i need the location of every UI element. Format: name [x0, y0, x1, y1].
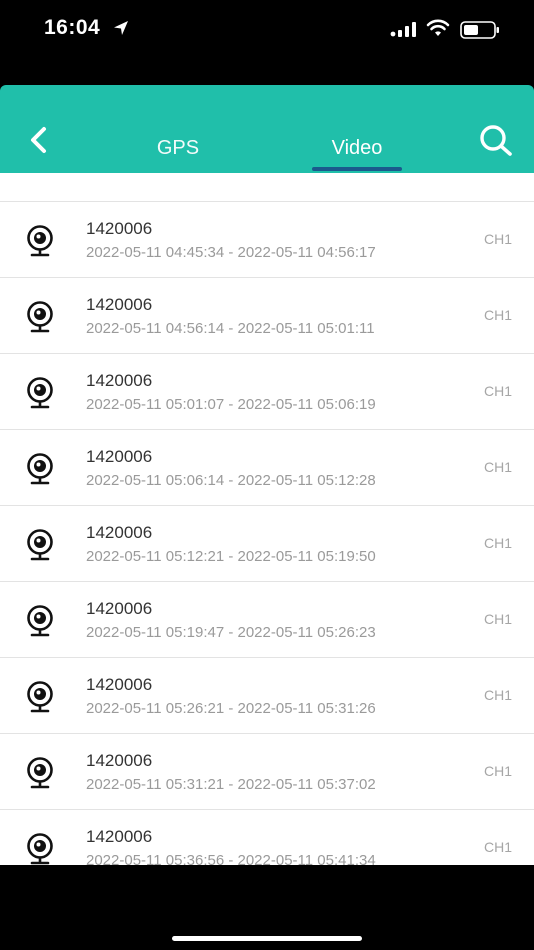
channel-label: CH1 — [483, 459, 512, 475]
webcam-icon — [27, 301, 53, 333]
video-list-item[interactable]: 1420006 2022-05-11 04:45:34 - 2022-05-11… — [0, 202, 534, 278]
video-list-item[interactable]: 1420006 2022-05-11 05:12:21 - 2022-05-11… — [0, 506, 534, 582]
video-time-range: 2022-05-11 04:45:34 - 2022-05-11 04:56:1… — [86, 244, 376, 261]
channel-label: CH1 — [483, 611, 512, 627]
channel-label: CH1 — [483, 763, 512, 779]
webcam-icon — [27, 377, 53, 409]
channel-label: CH1 — [483, 687, 512, 703]
search-icon[interactable] — [476, 123, 516, 159]
video-time-range: 2022-05-11 05:26:21 - 2022-05-11 05:31:2… — [86, 700, 376, 717]
video-list-item[interactable]: 1420006 2022-05-11 05:26:21 - 2022-05-11… — [0, 658, 534, 734]
video-title: 1420006 — [86, 219, 153, 238]
tab-gps[interactable]: GPS — [138, 137, 218, 160]
video-list-item[interactable]: 1420006 2022-05-11 05:36:56 - 2022-05-11… — [0, 810, 534, 865]
webcam-icon — [27, 681, 53, 713]
channel-label: CH1 — [483, 307, 512, 323]
video-time-range: 2022-05-11 05:06:14 - 2022-05-11 05:12:2… — [86, 472, 376, 489]
video-list-item[interactable]: 1420006 2022-05-11 05:31:21 - 2022-05-11… — [0, 734, 534, 810]
video-list-item[interactable]: 1420006 2022-05-11 05:19:47 - 2022-05-11… — [0, 582, 534, 658]
video-time-range: 2022-05-11 05:36:56 - 2022-05-11 05:41:3… — [86, 852, 376, 865]
video-title: 1420006 — [86, 827, 153, 846]
location-arrow-icon — [114, 21, 128, 35]
channel-label: CH1 — [483, 839, 512, 855]
video-list-item[interactable]: 1420006 2022-05-11 05:06:14 - 2022-05-11… — [0, 430, 534, 506]
webcam-icon — [27, 453, 53, 485]
webcam-icon — [27, 757, 53, 789]
video-time-range: 2022-05-11 05:19:47 - 2022-05-11 05:26:2… — [86, 624, 376, 641]
video-time-range: 2022-05-11 05:31:21 - 2022-05-11 05:37:0… — [86, 776, 376, 793]
channel-label: CH1 — [483, 231, 512, 247]
video-list[interactable]: 1420006 2022-05-11 04:45:34 - 2022-05-11… — [0, 173, 534, 865]
webcam-icon — [27, 225, 53, 257]
home-indicator[interactable] — [172, 936, 362, 941]
webcam-icon — [27, 605, 53, 637]
video-time-range: 2022-05-11 05:01:07 - 2022-05-11 05:06:1… — [86, 396, 376, 413]
video-title: 1420006 — [86, 751, 153, 770]
video-title: 1420006 — [86, 675, 153, 694]
active-tab-indicator — [312, 167, 402, 171]
wifi-icon — [426, 19, 450, 36]
webcam-icon — [27, 529, 53, 561]
video-time-range: 2022-05-11 04:56:14 - 2022-05-11 05:01:1… — [86, 320, 375, 337]
video-title: 1420006 — [86, 295, 153, 314]
video-time-range: 2022-05-11 05:12:21 - 2022-05-11 05:19:5… — [86, 548, 376, 565]
video-title: 1420006 — [86, 599, 153, 618]
webcam-icon — [27, 833, 53, 865]
video-list-item[interactable]: 1420006 2022-05-11 04:56:14 - 2022-05-11… — [0, 278, 534, 354]
back-button[interactable] — [22, 123, 56, 157]
video-title: 1420006 — [86, 523, 153, 542]
channel-label: CH1 — [483, 535, 512, 551]
battery-icon — [460, 21, 499, 39]
tab-video[interactable]: Video — [312, 137, 402, 160]
list-top-spacer — [0, 173, 534, 202]
cellular-signal-icon — [390, 22, 416, 37]
video-title: 1420006 — [86, 371, 153, 390]
status-time: 16:04 — [44, 16, 101, 39]
video-title: 1420006 — [86, 447, 153, 466]
top-nav-bar: GPS Video — [0, 85, 534, 173]
video-list-item[interactable]: 1420006 2022-05-11 05:01:07 - 2022-05-11… — [0, 354, 534, 430]
status-bar: 16:04 — [0, 0, 534, 85]
channel-label: CH1 — [483, 383, 512, 399]
